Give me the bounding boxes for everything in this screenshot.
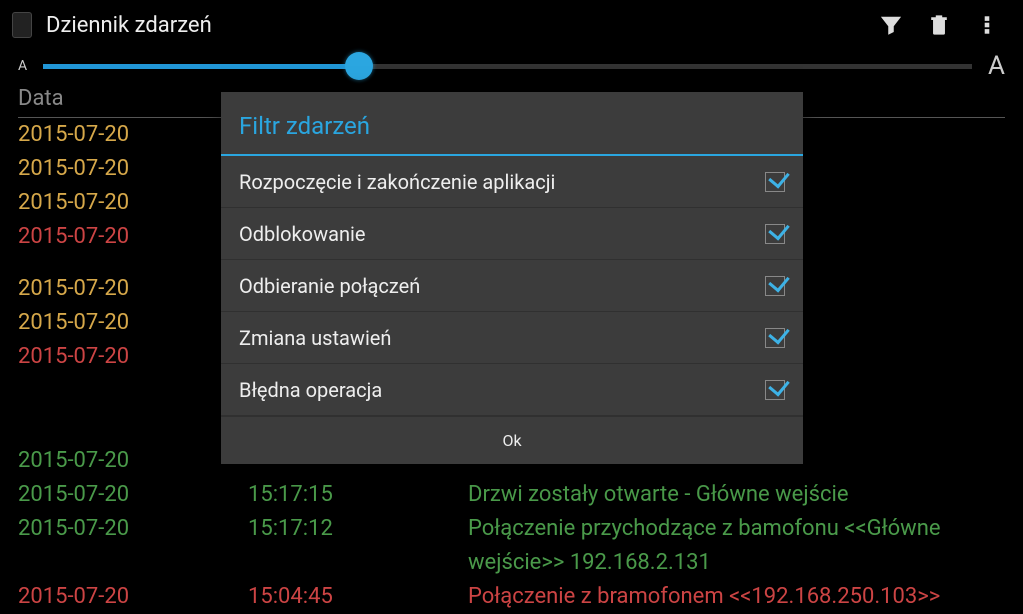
filter-option[interactable]: Zmiana ustawień [221, 312, 803, 364]
checkbox[interactable] [765, 380, 785, 400]
filter-option[interactable]: Odblokowanie [221, 208, 803, 260]
filter-option-label: Odblokowanie [239, 222, 765, 246]
filter-option[interactable]: Błędna operacja [221, 364, 803, 416]
cell-message: Połączenie z bramofonem <<192.168.250.10… [468, 582, 1005, 612]
checkbox[interactable] [765, 328, 785, 348]
filter-dialog: Filtr zdarzeń Rozpoczęcie i zakończenie … [221, 92, 803, 464]
checkbox[interactable] [765, 224, 785, 244]
checkbox[interactable] [765, 276, 785, 296]
filter-option[interactable]: Rozpoczęcie i zakończenie aplikacji [221, 156, 803, 208]
table-row: 2015-07-2015:04:45Połączenie z bramofone… [18, 580, 1005, 614]
cell-date: 2015-07-20 [18, 582, 248, 612]
filter-option[interactable]: Odbieranie połączeń [221, 260, 803, 312]
checkbox[interactable] [765, 172, 785, 192]
filter-option-label: Zmiana ustawień [239, 326, 765, 350]
filter-option-label: Odbieranie połączeń [239, 274, 765, 298]
dialog-title: Filtr zdarzeń [221, 92, 803, 156]
dialog-ok-button[interactable]: Ok [221, 416, 803, 464]
cell-time: 15:04:45 [248, 582, 468, 612]
filter-option-label: Rozpoczęcie i zakończenie aplikacji [239, 170, 765, 194]
filter-option-label: Błędna operacja [239, 378, 765, 402]
